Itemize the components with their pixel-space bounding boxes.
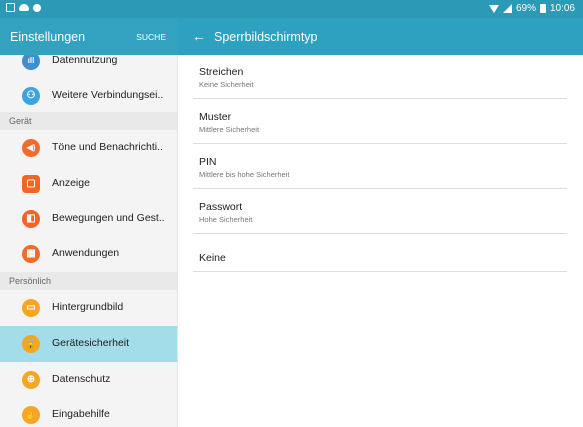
sidebar-item-label: Anzeige xyxy=(52,177,90,189)
sidebar-item-label: Bewegungen und Gest.. xyxy=(52,212,165,224)
status-left-icons xyxy=(6,3,41,12)
option-pin[interactable]: PIN Mittlere bis hohe Sicherheit xyxy=(193,145,567,189)
sidebar-item-label: Datenschutz xyxy=(52,373,111,385)
option-subtitle: Mittlere Sicherheit xyxy=(199,125,260,134)
sidebar-item-label: Anwendungen xyxy=(52,247,120,259)
sidebar-item-accessibility[interactable]: ✋ Eingabehilfe xyxy=(0,397,177,427)
wallpaper-icon: ▭ xyxy=(22,299,40,317)
data-usage-icon: ıll xyxy=(22,55,40,70)
status-right: 69% 10:06 xyxy=(488,3,575,14)
display-icon: ▢ xyxy=(22,175,40,193)
sidebar-item-label: Datennutzung xyxy=(52,55,118,66)
sidebar-item-label: Hintergrundbild xyxy=(52,301,124,313)
lock-icon: 🔒 xyxy=(22,335,40,353)
clock: 10:06 xyxy=(549,3,575,14)
more-connections-icon: ⚇ xyxy=(22,87,40,105)
gallery-icon xyxy=(6,3,15,12)
sidebar-item-label: Weitere Verbindungsei.. xyxy=(52,89,164,101)
wifi-icon xyxy=(488,4,499,13)
sidebar-item-applications[interactable]: ▦ Anwendungen xyxy=(0,236,177,272)
apps-icon: ▦ xyxy=(22,245,40,263)
option-subtitle: Keine Sicherheit xyxy=(199,80,254,89)
option-title: Streichen xyxy=(199,66,244,78)
option-password[interactable]: Passwort Hohe Sicherheit xyxy=(193,190,567,234)
settings-sidebar[interactable]: ıll Datennutzung ⚇ Weitere Verbindungsei… xyxy=(0,55,178,427)
sidebar-item-motions[interactable]: ◧ Bewegungen und Gest.. xyxy=(0,201,177,237)
sidebar-item-wallpaper[interactable]: ▭ Hintergrundbild xyxy=(0,290,177,326)
sidebar-item-display[interactable]: ▢ Anzeige xyxy=(0,166,177,202)
page-title: Sperrbildschirmtyp xyxy=(214,30,318,44)
option-title: Muster xyxy=(199,111,232,123)
status-bar: 69% 10:06 xyxy=(0,0,583,18)
battery-icon xyxy=(539,4,546,13)
download-icon xyxy=(33,3,41,12)
motion-icon: ◧ xyxy=(22,210,40,228)
sound-icon: ◀) xyxy=(22,139,40,157)
option-title: Passwort xyxy=(199,201,243,213)
sidebar-item-more-connections[interactable]: ⚇ Weitere Verbindungsei.. xyxy=(0,78,177,114)
back-arrow-icon[interactable]: ← xyxy=(192,28,206,44)
battery-percent: 69% xyxy=(515,3,536,14)
option-title: PIN xyxy=(199,156,217,168)
settings-header: Einstellungen SUCHE xyxy=(0,18,178,55)
sidebar-section-personal: Persönlich xyxy=(0,272,177,290)
privacy-icon: ⊕ xyxy=(22,371,40,389)
option-pattern[interactable]: Muster Mittlere Sicherheit xyxy=(193,100,567,144)
sidebar-item-label: Eingabehilfe xyxy=(52,408,110,420)
sidebar-item-data-usage[interactable]: ıll Datennutzung xyxy=(0,55,177,79)
sidebar-item-label: Gerätesicherheit xyxy=(52,337,130,349)
search-button[interactable]: SUCHE xyxy=(136,32,166,42)
sidebar-item-label: Töne und Benachrichti.. xyxy=(52,141,163,153)
cloud-icon xyxy=(19,4,29,11)
sidebar-item-privacy[interactable]: ⊕ Datenschutz xyxy=(0,362,177,398)
accessibility-icon: ✋ xyxy=(22,406,40,424)
option-subtitle: Mittlere bis hohe Sicherheit xyxy=(199,170,290,179)
detail-header: ← Sperrbildschirmtyp xyxy=(178,18,583,55)
option-subtitle: Hohe Sicherheit xyxy=(199,215,253,224)
option-swipe[interactable]: Streichen Keine Sicherheit xyxy=(193,55,567,99)
option-title: Keine xyxy=(199,252,226,264)
option-none[interactable]: Keine xyxy=(193,235,567,272)
sidebar-item-sounds[interactable]: ◀) Töne und Benachrichti.. xyxy=(0,130,177,166)
settings-title: Einstellungen xyxy=(10,30,86,44)
signal-icon xyxy=(502,4,512,13)
sidebar-item-device-security[interactable]: 🔒 Gerätesicherheit xyxy=(0,326,177,362)
sidebar-section-device: Gerät xyxy=(0,112,177,130)
